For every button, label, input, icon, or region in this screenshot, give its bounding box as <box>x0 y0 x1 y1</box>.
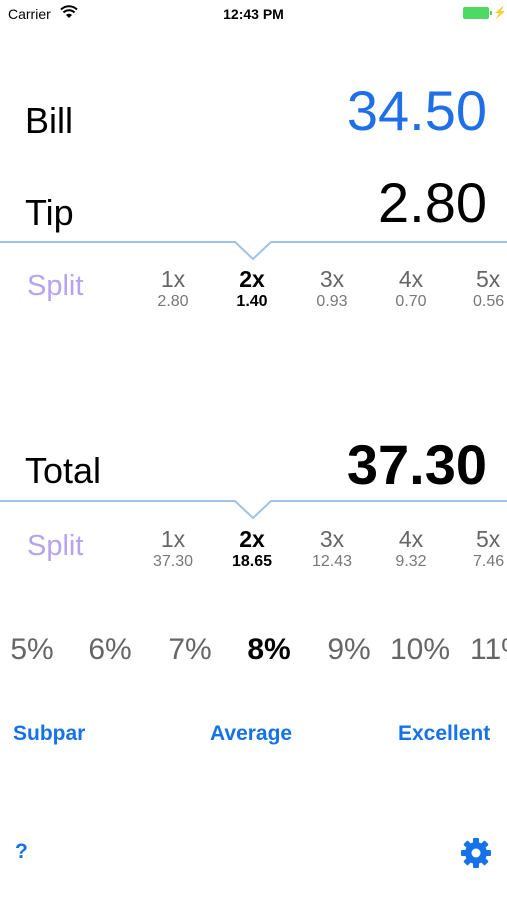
total-split-label: Split <box>27 530 84 562</box>
split-amount: 2.80 <box>157 293 189 310</box>
split-amount: 18.65 <box>231 553 273 570</box>
tip-percent-5[interactable]: 5% <box>0 633 67 667</box>
tip-divider <box>0 241 507 261</box>
tip-split-2x[interactable]: 2x 1.40 <box>222 266 282 312</box>
tip-split-5x[interactable]: 5x 0.56 <box>460 266 507 312</box>
tip-percent-10[interactable]: 10% <box>385 633 455 667</box>
tip-percent-6[interactable]: 6% <box>75 633 145 667</box>
split-multiplier: 5x <box>476 526 501 552</box>
split-multiplier: 3x <box>319 266 345 292</box>
tip-percent-8[interactable]: 8% <box>234 633 304 667</box>
total-split-2x[interactable]: 2x 18.65 <box>222 526 282 572</box>
tip-split-label: Split <box>27 270 84 302</box>
split-multiplier: 1x <box>160 526 186 552</box>
split-amount: 12.43 <box>311 553 353 570</box>
split-amount: 0.70 <box>395 293 427 310</box>
tip-percent-7[interactable]: 7% <box>155 633 225 667</box>
split-amount: 1.40 <box>236 293 268 310</box>
gear-icon[interactable] <box>459 836 493 870</box>
average-button[interactable]: Average <box>210 722 292 746</box>
split-multiplier: 5x <box>476 266 501 292</box>
split-multiplier: 1x <box>160 266 186 292</box>
split-multiplier: 3x <box>319 526 345 552</box>
split-amount: 0.93 <box>316 293 348 310</box>
total-split-4x[interactable]: 4x 9.32 <box>381 526 441 572</box>
split-amount: 37.30 <box>152 553 194 570</box>
split-multiplier: 2x <box>239 266 265 292</box>
split-multiplier: 4x <box>398 266 424 292</box>
excellent-button[interactable]: Excellent <box>398 722 490 746</box>
help-button[interactable]: ? <box>15 840 28 864</box>
tip-amount: 2.80 <box>378 171 487 234</box>
tip-split-3x[interactable]: 3x 0.93 <box>302 266 362 312</box>
tip-split-4x[interactable]: 4x 0.70 <box>381 266 441 312</box>
tip-label: Tip <box>25 192 74 233</box>
split-amount: 9.32 <box>395 553 427 570</box>
split-amount: 7.46 <box>473 553 505 570</box>
status-time: 12:43 PM <box>223 6 284 22</box>
total-amount: 37.30 <box>346 433 487 496</box>
subpar-button[interactable]: Subpar <box>13 722 85 746</box>
tip-split-1x[interactable]: 1x 2.80 <box>143 266 203 312</box>
tip-percent-11[interactable]: 11% <box>470 633 507 667</box>
total-split-1x[interactable]: 1x 37.30 <box>143 526 203 572</box>
battery-icon: ⚡ <box>463 7 507 19</box>
total-label: Total <box>25 450 102 491</box>
split-amount: 0.56 <box>473 293 505 310</box>
split-multiplier: 2x <box>239 526 265 552</box>
bill-amount-field[interactable]: 34.50 <box>347 78 487 143</box>
total-split-3x[interactable]: 3x 12.43 <box>302 526 362 572</box>
total-split-5x[interactable]: 5x 7.46 <box>460 526 507 572</box>
tip-percent-9[interactable]: 9% <box>314 633 384 667</box>
bill-label: Bill <box>25 100 74 141</box>
split-multiplier: 4x <box>398 526 424 552</box>
total-divider <box>0 500 507 520</box>
